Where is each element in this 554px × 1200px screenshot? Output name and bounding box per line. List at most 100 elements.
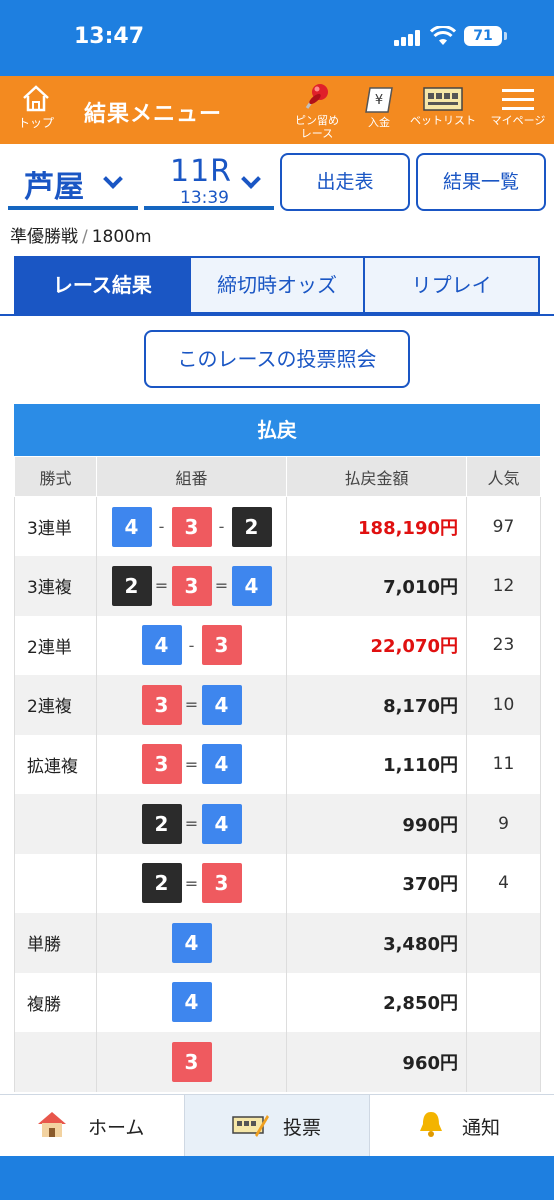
bet-type: 複勝 — [14, 972, 97, 1032]
boat-number-badge: 3 — [201, 863, 242, 904]
combination-separator: = — [184, 695, 199, 715]
page-title: 結果メニュー — [84, 102, 223, 127]
ticket-pencil-icon — [232, 1115, 269, 1137]
combination: 4 — [96, 972, 287, 1032]
popularity: 10 — [466, 675, 541, 735]
popularity: 23 — [466, 615, 541, 675]
combination: 3 — [96, 1032, 287, 1092]
payout-amount: 990円 — [286, 794, 467, 854]
tab-underline — [0, 314, 554, 316]
boat-number-badge: 4 — [171, 922, 212, 963]
svg-text:¥: ¥ — [375, 93, 383, 108]
status-bar: 13:47 71 — [0, 0, 554, 76]
payout-amount: 3,480円 — [286, 913, 467, 973]
combination: 4-3 — [96, 615, 287, 675]
payout-amount: 370円 — [286, 853, 467, 913]
chevron-down-icon — [103, 169, 123, 189]
boat-number-badge: 3 — [171, 565, 212, 606]
header-popularity: 人気 — [466, 456, 541, 497]
combination-separator: = — [184, 754, 199, 774]
venue-selector[interactable]: 芦屋 — [8, 154, 138, 210]
boat-number-badge: 4 — [171, 982, 212, 1023]
payout-header-row: 勝式 組番 払戻金額 人気 — [14, 456, 541, 497]
payout-row: 2連単 4-3 22,070円 23 — [14, 615, 541, 675]
status-time: 13:47 — [74, 24, 145, 49]
top-button[interactable]: トップ — [10, 84, 62, 131]
bottom-nav: ホーム 投票 通知 — [0, 1094, 554, 1156]
wifi-icon — [430, 26, 456, 45]
boat-number-badge: 3 — [171, 506, 212, 547]
payout-row: 3連単 4-3-2 188,190円 97 — [14, 496, 541, 556]
boat-number-badge: 3 — [141, 744, 182, 785]
bottom-system-bar — [0, 1156, 554, 1200]
bet-type: 2連単 — [14, 615, 97, 675]
bet-type: 単勝 — [14, 913, 97, 973]
nav-vote[interactable]: 投票 — [184, 1095, 369, 1156]
mypage-button[interactable]: マイページ — [486, 88, 550, 127]
menu-icon — [502, 89, 534, 110]
payout-amount: 188,190円 — [286, 496, 467, 556]
payout-amount: 960円 — [286, 1032, 467, 1092]
boat-number-badge: 4 — [201, 744, 242, 785]
boat-number-badge: 4 — [201, 803, 242, 844]
race-selector-bar: 芦屋 11R 13:39 出走表 結果一覧 — [0, 150, 554, 214]
combination-separator: = — [184, 873, 199, 893]
betlist-label: ベットリスト — [410, 114, 476, 127]
mypage-label: マイページ — [490, 114, 546, 127]
popularity: 97 — [466, 496, 541, 556]
combination: 4 — [96, 913, 287, 973]
combination-separator: - — [188, 635, 195, 655]
boat-number-badge: 3 — [141, 684, 182, 725]
pin-label-2: レース — [300, 127, 334, 140]
payout-row: 2連複 3 = 4 8,170円 10 — [14, 675, 541, 735]
chevron-down-icon — [241, 169, 261, 189]
combination: 2 = 4 — [96, 794, 287, 854]
tab-closing-odds[interactable]: 締切時オッズ — [188, 258, 364, 312]
tab-race-result[interactable]: レース結果 — [16, 258, 189, 312]
results-list-button[interactable]: 結果一覧 — [416, 153, 546, 211]
payout-amount: 7,010円 — [286, 556, 467, 616]
payout-row: 3 960円 — [14, 1032, 541, 1092]
vote-inquiry-button[interactable]: このレースの投票照会 — [144, 330, 410, 388]
popularity — [466, 913, 541, 973]
venue-name: 芦屋 — [24, 170, 84, 205]
popularity: 9 — [466, 794, 541, 854]
battery-level: 71 — [473, 28, 493, 44]
payout-row: 3連複 2 = 3 = 4 7,010円 12 — [14, 556, 541, 616]
payout-amount: 8,170円 — [286, 675, 467, 735]
payout-row: 単勝 4 3,480円 — [14, 913, 541, 973]
combination-separator: - — [158, 517, 165, 536]
popularity — [466, 972, 541, 1032]
payout-row: 2 = 4 990円 9 — [14, 794, 541, 854]
nav-notify[interactable]: 通知 — [369, 1095, 554, 1156]
combination: 4-3-2 — [96, 496, 287, 556]
bet-type — [14, 794, 97, 854]
payout-title: 払戻 — [14, 404, 540, 456]
race-info: 準優勝戦/1800m — [10, 222, 152, 247]
deposit-button[interactable]: ¥ 入金 — [356, 86, 402, 129]
nav-home[interactable]: ホーム — [0, 1095, 184, 1156]
signal-icon — [394, 30, 420, 46]
combination-separator: = — [184, 814, 199, 834]
nav-home-label: ホーム — [88, 1117, 145, 1139]
pin-race-button[interactable]: ピン留め レース — [286, 82, 348, 140]
betlist-button[interactable]: ベットリスト — [410, 86, 476, 127]
popularity — [466, 1032, 541, 1092]
combination: 2 = 3 = 4 — [96, 556, 287, 616]
header-payout-amount: 払戻金額 — [286, 456, 467, 497]
result-tabs: レース結果 締切時オッズ リプレイ — [14, 256, 540, 314]
nav-vote-label: 投票 — [283, 1117, 322, 1139]
combination-separator: = — [214, 576, 229, 596]
race-selector[interactable]: 11R 13:39 — [144, 154, 274, 210]
boat-number-badge: 2 — [141, 803, 182, 844]
popularity: 11 — [466, 734, 541, 794]
boat-number-badge: 4 — [141, 625, 182, 666]
bet-type — [14, 1032, 97, 1092]
app-header: トップ 結果メニュー ピン留め レース ¥ 入金 ベットリスト マイページ — [0, 76, 554, 144]
entries-button[interactable]: 出走表 — [280, 153, 410, 211]
combination-separator: = — [154, 576, 169, 596]
tab-replay[interactable]: リプレイ — [363, 258, 539, 312]
bell-icon — [420, 1112, 442, 1137]
top-label: トップ — [17, 116, 54, 130]
race-grade: 準優勝戦 — [10, 227, 78, 247]
